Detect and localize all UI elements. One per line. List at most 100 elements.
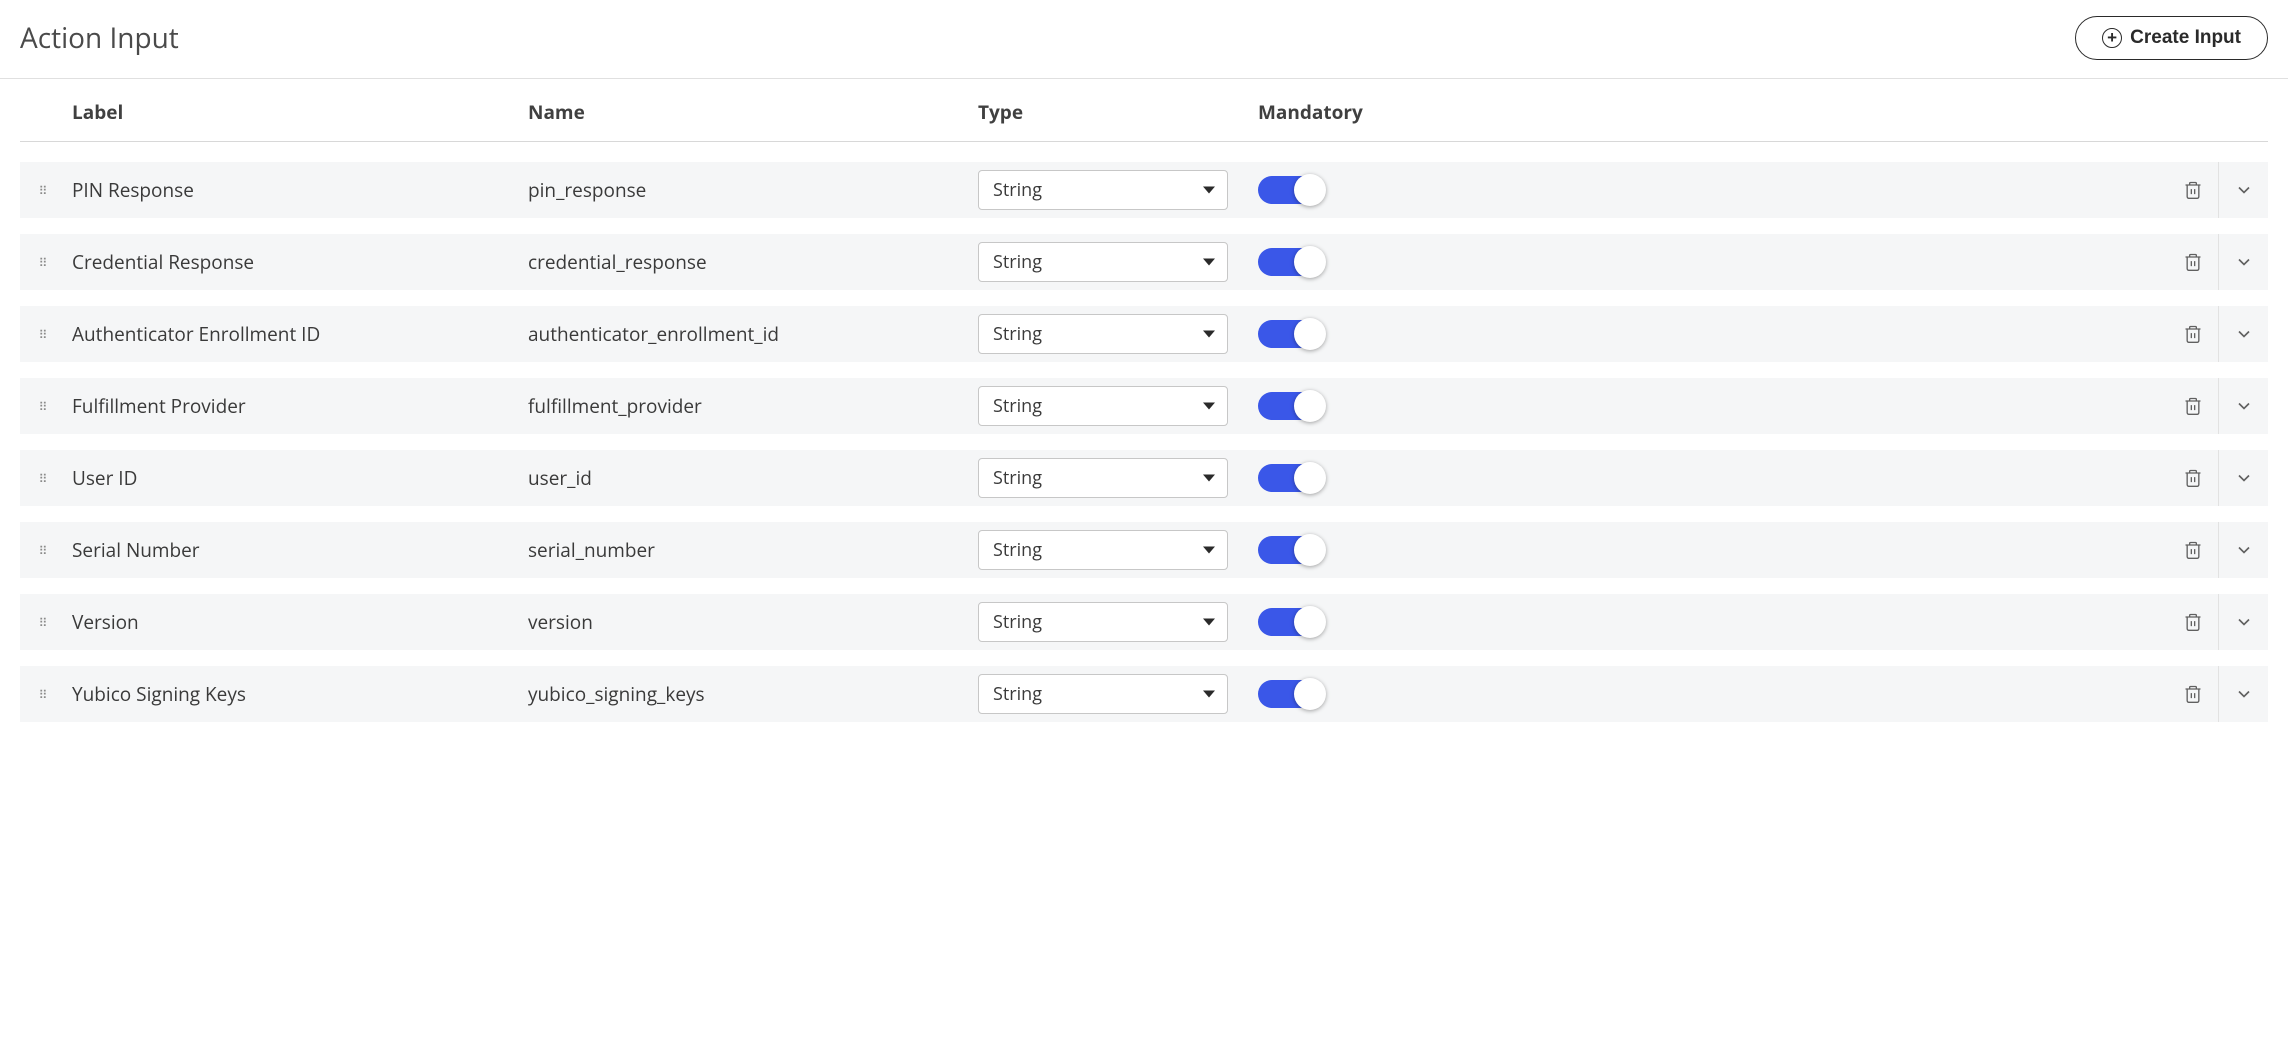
row-name: yubico_signing_keys <box>528 681 978 707</box>
mandatory-toggle[interactable] <box>1258 176 1324 204</box>
expand-button[interactable] <box>2218 306 2268 362</box>
trash-icon <box>2183 324 2203 344</box>
caret-down-icon <box>1203 475 1215 482</box>
row-actions <box>1428 594 2268 650</box>
expand-button[interactable] <box>2218 234 2268 290</box>
delete-button[interactable] <box>2168 162 2218 218</box>
row-name: pin_response <box>528 177 978 203</box>
row-mandatory-cell <box>1258 248 1428 276</box>
row-mandatory-cell <box>1258 320 1428 348</box>
type-select-value: String <box>993 610 1042 634</box>
type-select[interactable]: String <box>978 314 1228 354</box>
row-type-cell: String <box>978 242 1258 282</box>
drag-handle-icon[interactable]: ⠿ <box>20 260 68 265</box>
mandatory-toggle[interactable] <box>1258 248 1324 276</box>
chevron-down-icon <box>2234 612 2254 632</box>
page-title: Action Input <box>20 19 179 57</box>
mandatory-toggle[interactable] <box>1258 536 1324 564</box>
drag-handle-icon[interactable]: ⠿ <box>20 332 68 337</box>
type-select-value: String <box>993 250 1042 274</box>
chevron-down-icon <box>2234 396 2254 416</box>
drag-handle-icon[interactable]: ⠿ <box>20 620 68 625</box>
drag-handle-icon[interactable]: ⠿ <box>20 476 68 481</box>
drag-handle-icon[interactable]: ⠿ <box>20 692 68 697</box>
type-select[interactable]: String <box>978 602 1228 642</box>
row-type-cell: String <box>978 314 1258 354</box>
toggle-knob <box>1294 318 1326 350</box>
mandatory-toggle[interactable] <box>1258 464 1324 492</box>
row-name: serial_number <box>528 537 978 563</box>
delete-button[interactable] <box>2168 522 2218 578</box>
delete-button[interactable] <box>2168 450 2218 506</box>
col-header-name: Name <box>528 99 978 125</box>
delete-button[interactable] <box>2168 666 2218 722</box>
toggle-knob <box>1294 678 1326 710</box>
type-select[interactable]: String <box>978 674 1228 714</box>
caret-down-icon <box>1203 403 1215 410</box>
row-label: Authenticator Enrollment ID <box>68 321 528 347</box>
delete-button[interactable] <box>2168 306 2218 362</box>
table-row: ⠿PIN Responsepin_responseString <box>20 162 2268 218</box>
row-name: fulfillment_provider <box>528 393 978 419</box>
chevron-down-icon <box>2234 684 2254 704</box>
type-select[interactable]: String <box>978 458 1228 498</box>
row-type-cell: String <box>978 602 1258 642</box>
expand-button[interactable] <box>2218 594 2268 650</box>
row-mandatory-cell <box>1258 536 1428 564</box>
type-select[interactable]: String <box>978 386 1228 426</box>
chevron-down-icon <box>2234 540 2254 560</box>
expand-button[interactable] <box>2218 522 2268 578</box>
row-actions <box>1428 234 2268 290</box>
create-input-button[interactable]: + Create Input <box>2075 16 2268 60</box>
table-header-row: Label Name Type Mandatory <box>20 79 2268 142</box>
toggle-knob <box>1294 534 1326 566</box>
chevron-down-icon <box>2234 468 2254 488</box>
toggle-knob <box>1294 174 1326 206</box>
chevron-down-icon <box>2234 180 2254 200</box>
mandatory-toggle[interactable] <box>1258 392 1324 420</box>
row-actions <box>1428 162 2268 218</box>
expand-button[interactable] <box>2218 162 2268 218</box>
table-row: ⠿User IDuser_idString <box>20 450 2268 506</box>
chevron-down-icon <box>2234 324 2254 344</box>
table-row: ⠿Fulfillment Providerfulfillment_provide… <box>20 378 2268 434</box>
row-actions <box>1428 378 2268 434</box>
row-mandatory-cell <box>1258 680 1428 708</box>
type-select-value: String <box>993 322 1042 346</box>
table-row: ⠿Serial Numberserial_numberString <box>20 522 2268 578</box>
drag-handle-icon[interactable]: ⠿ <box>20 188 68 193</box>
delete-button[interactable] <box>2168 234 2218 290</box>
type-select[interactable]: String <box>978 530 1228 570</box>
mandatory-toggle[interactable] <box>1258 680 1324 708</box>
toggle-knob <box>1294 390 1326 422</box>
row-mandatory-cell <box>1258 176 1428 204</box>
drag-handle-icon[interactable]: ⠿ <box>20 404 68 409</box>
mandatory-toggle[interactable] <box>1258 608 1324 636</box>
mandatory-toggle[interactable] <box>1258 320 1324 348</box>
delete-button[interactable] <box>2168 594 2218 650</box>
expand-button[interactable] <box>2218 378 2268 434</box>
expand-button[interactable] <box>2218 450 2268 506</box>
type-select[interactable]: String <box>978 170 1228 210</box>
trash-icon <box>2183 612 2203 632</box>
drag-handle-icon[interactable]: ⠿ <box>20 548 68 553</box>
expand-button[interactable] <box>2218 666 2268 722</box>
col-header-type: Type <box>978 99 1258 125</box>
trash-icon <box>2183 468 2203 488</box>
table-row: ⠿Yubico Signing Keysyubico_signing_keysS… <box>20 666 2268 722</box>
caret-down-icon <box>1203 259 1215 266</box>
row-type-cell: String <box>978 530 1258 570</box>
row-name: authenticator_enrollment_id <box>528 321 978 347</box>
caret-down-icon <box>1203 547 1215 554</box>
row-label: Serial Number <box>68 537 528 563</box>
row-name: credential_response <box>528 249 978 275</box>
type-select-value: String <box>993 682 1042 706</box>
type-select[interactable]: String <box>978 242 1228 282</box>
type-select-value: String <box>993 466 1042 490</box>
row-name: user_id <box>528 465 978 491</box>
inputs-table: Label Name Type Mandatory ⠿PIN Responsep… <box>0 79 2288 722</box>
row-actions <box>1428 666 2268 722</box>
row-type-cell: String <box>978 170 1258 210</box>
toggle-knob <box>1294 606 1326 638</box>
delete-button[interactable] <box>2168 378 2218 434</box>
